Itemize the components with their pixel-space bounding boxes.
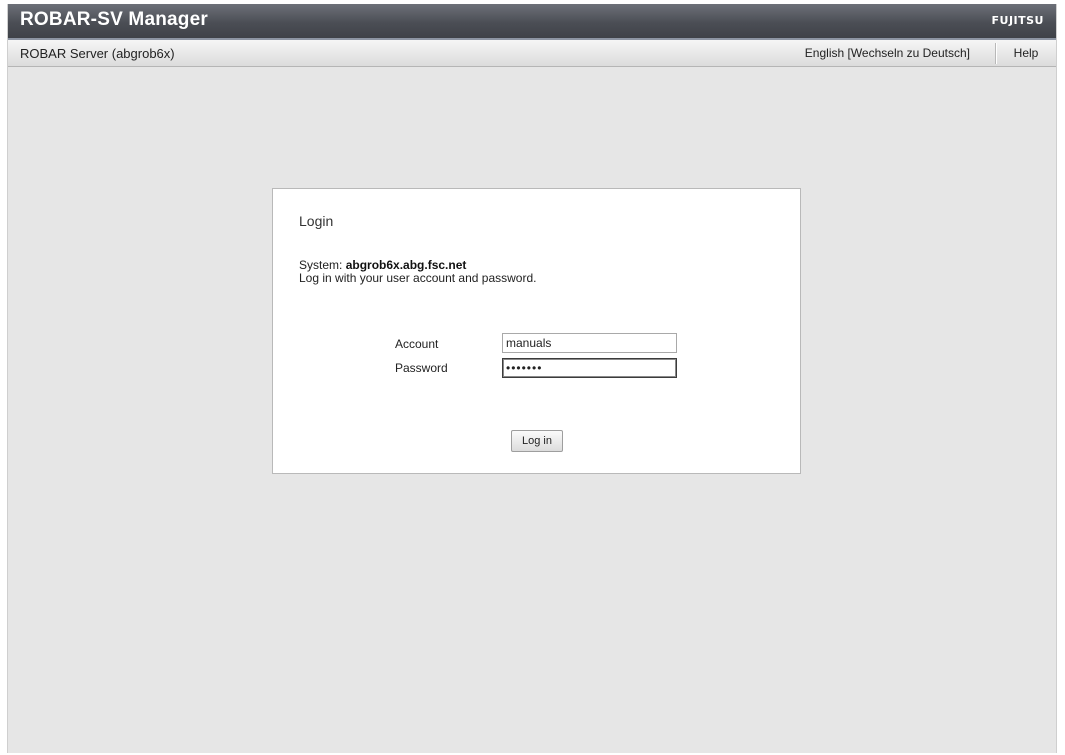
app-title: ROBAR-SV Manager <box>20 9 208 30</box>
login-hint: Log in with your user account and passwo… <box>299 271 537 285</box>
login-button[interactable]: Log in <box>511 430 563 452</box>
password-input[interactable] <box>502 358 677 378</box>
account-label: Account <box>395 337 439 351</box>
title-bar: ROBAR-SV Manager FUJITSU <box>8 4 1056 38</box>
system-label: System: <box>299 258 346 272</box>
system-info: System: abgrob6x.abg.fsc.net <box>299 258 466 272</box>
password-label: Password <box>395 361 448 375</box>
app-window: ROBAR-SV Manager FUJITSU ROBAR Server (a… <box>7 4 1057 753</box>
account-input[interactable] <box>502 333 677 353</box>
fujitsu-logo: FUJITSU <box>991 14 1044 27</box>
login-panel: Login System: abgrob6x.abg.fsc.net Log i… <box>272 188 801 474</box>
login-heading: Login <box>299 213 334 229</box>
server-label: ROBAR Server (abgrob6x) <box>20 46 175 61</box>
system-hostname: abgrob6x.abg.fsc.net <box>345 258 467 272</box>
info-bar: ROBAR Server (abgrob6x) English [Wechsel… <box>8 38 1056 67</box>
language-switch-link[interactable]: English [Wechseln zu Deutsch] <box>791 40 984 67</box>
help-link[interactable]: Help <box>996 40 1056 67</box>
